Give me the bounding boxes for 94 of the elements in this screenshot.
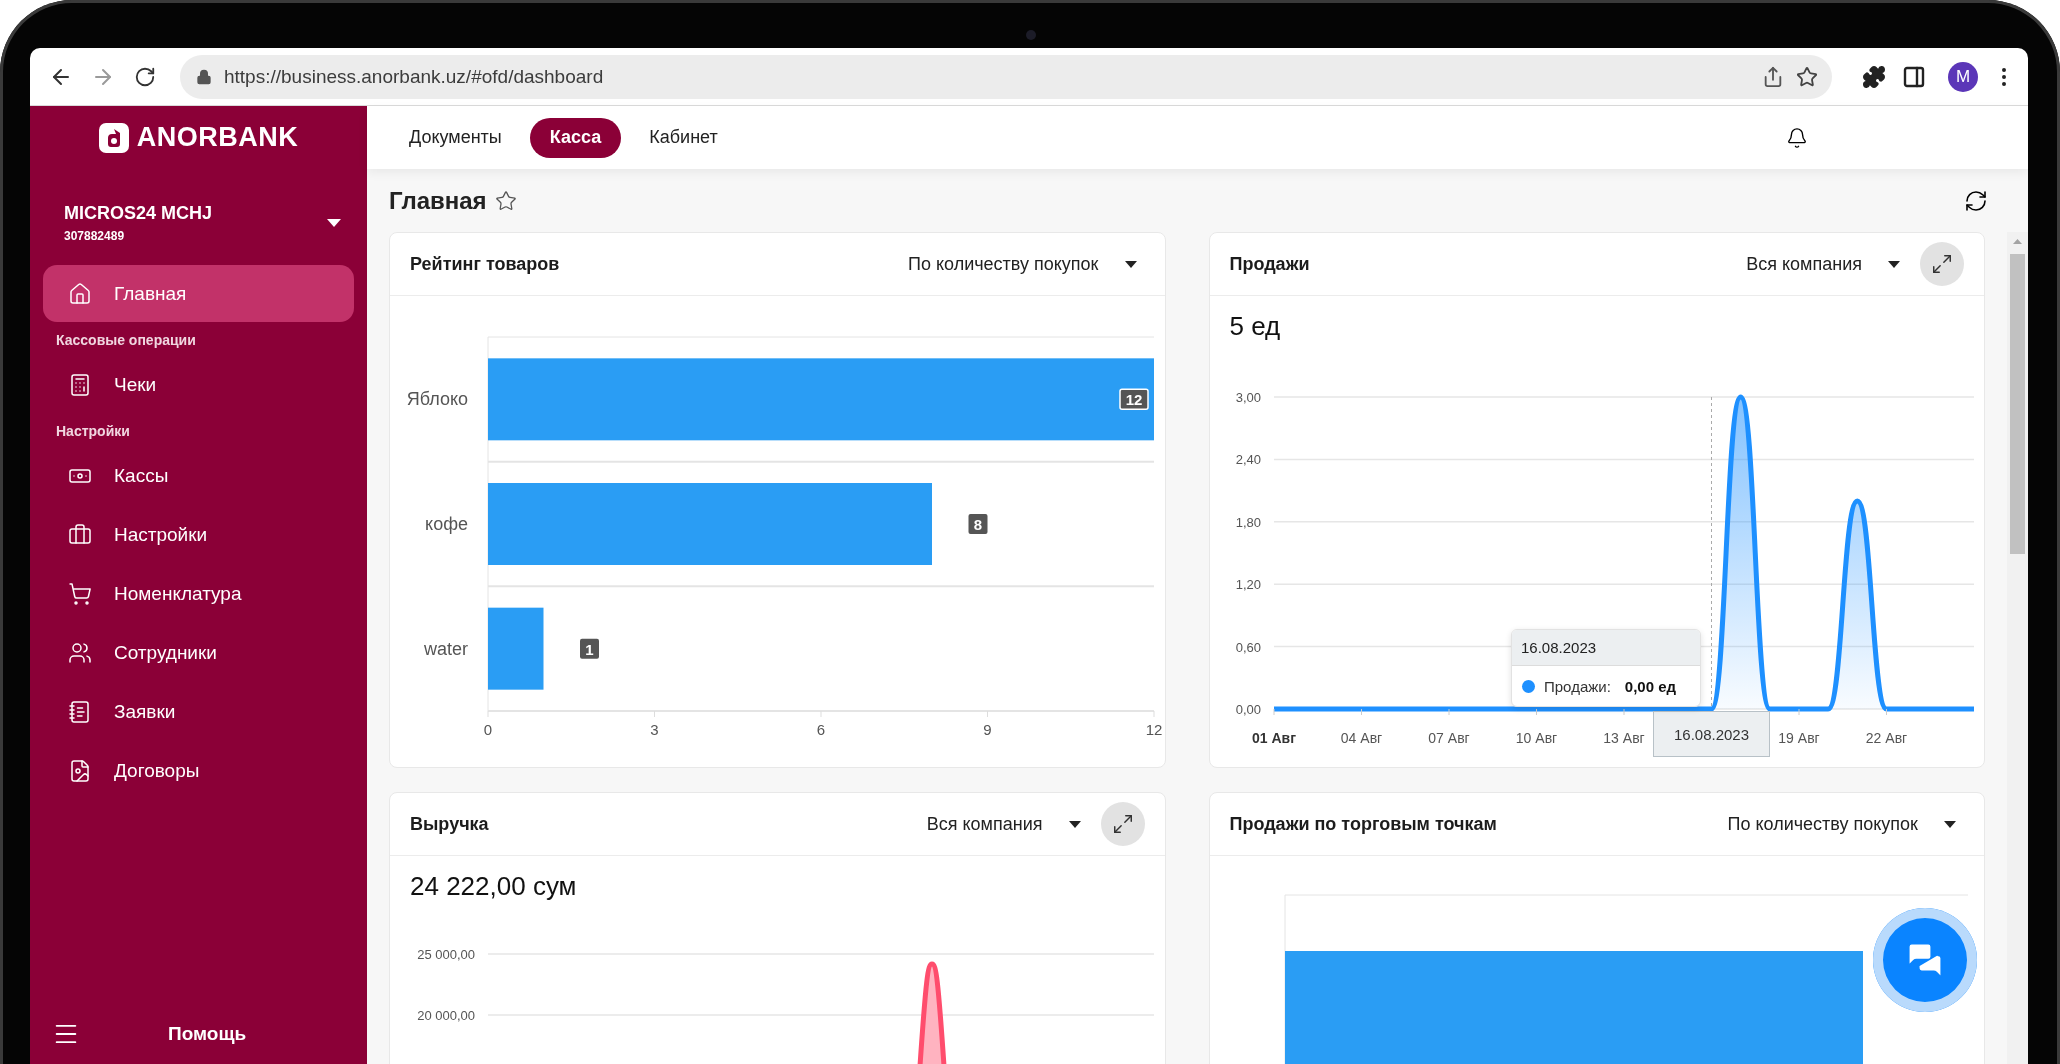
menu-section-heading: Кассовые операции	[55, 331, 197, 350]
cart-icon	[68, 581, 92, 606]
logo-icon	[98, 122, 129, 153]
axis-tick-label: 9	[983, 721, 992, 738]
axis-tick-label: 3,00	[1235, 390, 1261, 405]
axis-tick-label: 13 Авг	[1602, 730, 1645, 746]
axis-tick-label: 22 Авг	[1865, 730, 1907, 746]
sidebar-item[interactable]: Настройки	[43, 506, 354, 563]
card-title: Продажи по торговым точкам	[1229, 813, 1497, 835]
data-label: 1	[580, 638, 599, 659]
star-icon[interactable]	[1796, 65, 1818, 88]
scrollbar-thumb[interactable]	[2010, 254, 2025, 554]
briefcase-icon	[68, 522, 92, 547]
side-panel-icon[interactable]	[1902, 64, 1926, 89]
nav-tab[interactable]: Документы	[389, 117, 522, 158]
nav-tab[interactable]: Касса	[529, 117, 622, 158]
tooltip-value: 0,00 ед	[1624, 677, 1677, 695]
page-title: Главная	[389, 186, 487, 215]
axis-tick-label: 3	[650, 721, 659, 738]
sidebar-item[interactable]: Чеки	[43, 356, 354, 413]
star-icon[interactable]	[494, 189, 517, 212]
axis-tick-label: 10 Авг	[1515, 730, 1557, 746]
total-value: 24 222,00 сум	[409, 869, 578, 903]
sidebar-item[interactable]: Заявки	[43, 683, 354, 740]
bell-icon[interactable]	[1786, 126, 1808, 149]
nav-tab[interactable]: Кабинет	[629, 117, 738, 158]
notebook-icon	[68, 699, 92, 724]
category-label: Яблоко	[406, 389, 468, 410]
profile-avatar[interactable]: M	[1948, 61, 1978, 92]
company-name: MICROS24 MCHJ	[64, 203, 214, 224]
caret-icon	[1068, 820, 1081, 828]
filter-dropdown[interactable]: По количеству покупок	[1719, 804, 1964, 844]
puzzle-icon[interactable]	[1862, 64, 1886, 89]
filter-dropdown[interactable]: Вся компания	[1738, 244, 1908, 284]
filter-dropdown[interactable]: Вся компания	[918, 804, 1089, 844]
axis-tick-label: 20 000,00	[417, 1008, 475, 1023]
file-image-icon	[68, 758, 92, 783]
camera-dot	[1026, 30, 1036, 40]
expand-button[interactable]	[1920, 242, 1964, 286]
sidebar-item[interactable]: Главная	[43, 265, 354, 322]
caret-icon	[1888, 260, 1900, 268]
card-title: Рейтинг товаров	[410, 253, 560, 275]
scrollbar[interactable]	[2007, 232, 2028, 1064]
axis-tick-label: 04 Авг	[1340, 730, 1382, 746]
axis-tooltip: 16.08.2023	[1653, 711, 1770, 757]
sidebar-item[interactable]: Кассы	[43, 447, 354, 504]
data-label: 12	[1119, 388, 1149, 411]
card-title: Продажи	[1229, 253, 1310, 275]
home-icon	[68, 281, 92, 306]
sidebar-item[interactable]: Сотрудники	[43, 624, 354, 681]
total-value: 5 ед	[1228, 309, 1282, 343]
axis-tick-label: 0,00	[1235, 702, 1261, 717]
lock-icon	[196, 68, 212, 85]
expand-icon	[1931, 253, 1953, 275]
axis-tick-label: 12	[1145, 721, 1163, 738]
logo-text: ANORBANK	[136, 122, 299, 153]
category-label: кофе	[425, 514, 468, 534]
axis-tick-label: 0,60	[1235, 639, 1261, 655]
caret-icon	[1944, 820, 1956, 828]
data-label: 1	[585, 640, 594, 658]
share-icon[interactable]	[1762, 65, 1784, 88]
caret-icon	[327, 219, 341, 227]
company-selector[interactable]: MICROS24 MCHJ 307882489	[30, 169, 367, 251]
address-bar[interactable]: https://business.anorbank.uz/#ofd/dashboard	[180, 54, 1832, 99]
axis-tick-label: 2,40	[1235, 452, 1261, 468]
data-label: 8	[968, 514, 988, 534]
axis-tick-label: 01 Авг	[1251, 730, 1296, 746]
category-label: water	[424, 638, 468, 659]
expand-button[interactable]	[1100, 802, 1145, 846]
tooltip-label: Продажи:	[1544, 677, 1611, 695]
data-label: 8	[973, 516, 983, 533]
expand-icon	[1111, 813, 1134, 835]
tooltip-date: 16.08.2023	[1512, 630, 1700, 666]
axis-tick-label: 25 000,00	[417, 947, 475, 962]
calculator-icon	[68, 372, 92, 397]
card-title: Выручка	[410, 813, 489, 835]
axis-tick-label: 19 Авг	[1777, 730, 1820, 746]
help-link[interactable]: Помощь	[168, 1023, 247, 1045]
axis-tick-label: 07 Авг	[1427, 730, 1470, 746]
menu-section-heading: Настройки	[55, 422, 131, 441]
data-label: 12	[1125, 391, 1143, 409]
company-inn: 307882489	[64, 229, 126, 243]
caret-icon	[1124, 260, 1137, 268]
axis-tick-label: 6	[816, 721, 826, 738]
reload-icon	[134, 65, 156, 88]
sidebar-item[interactable]: Номенклатура	[43, 565, 354, 622]
sidebar-item[interactable]: Договоры	[43, 742, 354, 799]
axis-tick-label: 1,20	[1235, 577, 1261, 593]
url-text: https://business.anorbank.uz/#ofd/dashboard	[224, 65, 605, 88]
axis-tick-label: 0	[483, 721, 493, 738]
axis-tick-label: 1,80	[1235, 514, 1261, 530]
filter-dropdown[interactable]: По количеству покупок	[900, 244, 1145, 284]
users-icon	[68, 640, 92, 665]
refresh-icon[interactable]	[1964, 188, 1988, 213]
